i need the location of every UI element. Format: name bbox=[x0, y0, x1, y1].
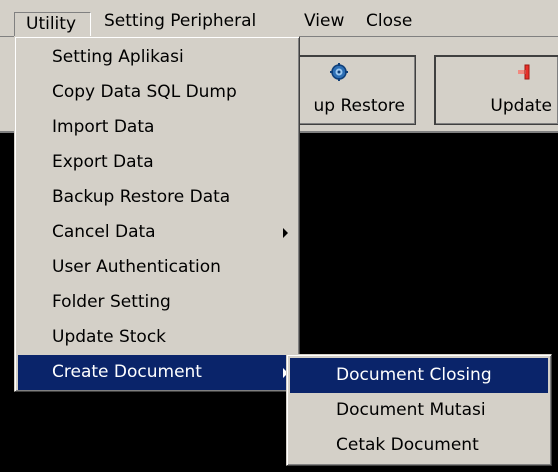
menu-item-update-stock[interactable]: Update Stock bbox=[18, 320, 296, 355]
submenu-item-document-closing[interactable]: Document Closing bbox=[290, 358, 548, 393]
menu-item-setting-aplikasi[interactable]: Setting Aplikasi bbox=[18, 40, 296, 75]
menu-item-backup-restore-data[interactable]: Backup Restore Data bbox=[18, 180, 296, 215]
submenu-item-cetak-document[interactable]: Cetak Document bbox=[290, 428, 548, 463]
menu-item-import-data[interactable]: Import Data bbox=[18, 110, 296, 145]
application-window: Utility Setting Peripheral View Close up… bbox=[0, 0, 558, 472]
menu-close[interactable]: Close bbox=[360, 10, 418, 34]
update-button[interactable]: Update bbox=[434, 55, 558, 125]
create-document-submenu: Document Closing Document Mutasi Cetak D… bbox=[286, 354, 552, 466]
update-icon bbox=[518, 64, 530, 80]
menu-item-cancel-data-label: Cancel Data bbox=[52, 222, 156, 242]
menu-item-cancel-data[interactable]: Cancel Data bbox=[18, 215, 296, 250]
submenu-item-document-mutasi[interactable]: Document Mutasi bbox=[290, 393, 548, 428]
submenu-arrow-icon bbox=[283, 228, 288, 238]
update-label: Update bbox=[490, 96, 552, 116]
utility-dropdown-menu: Setting Aplikasi Copy Data SQL Dump Impo… bbox=[14, 36, 300, 392]
menu-item-export-data[interactable]: Export Data bbox=[18, 145, 296, 180]
menu-item-user-authentication[interactable]: User Authentication bbox=[18, 250, 296, 285]
menu-view[interactable]: View bbox=[298, 10, 350, 34]
menu-item-create-document[interactable]: Create Document bbox=[18, 355, 296, 390]
menu-setting-peripheral[interactable]: Setting Peripheral bbox=[98, 10, 262, 34]
menubar: Utility Setting Peripheral View Close bbox=[0, 0, 558, 37]
menu-item-create-document-label: Create Document bbox=[52, 362, 202, 382]
backup-restore-label: up Restore bbox=[313, 96, 405, 116]
menu-utility[interactable]: Utility bbox=[14, 12, 91, 37]
restore-icon bbox=[330, 63, 348, 81]
menu-item-copy-data-sql-dump[interactable]: Copy Data SQL Dump bbox=[18, 75, 296, 110]
menu-item-folder-setting[interactable]: Folder Setting bbox=[18, 285, 296, 320]
